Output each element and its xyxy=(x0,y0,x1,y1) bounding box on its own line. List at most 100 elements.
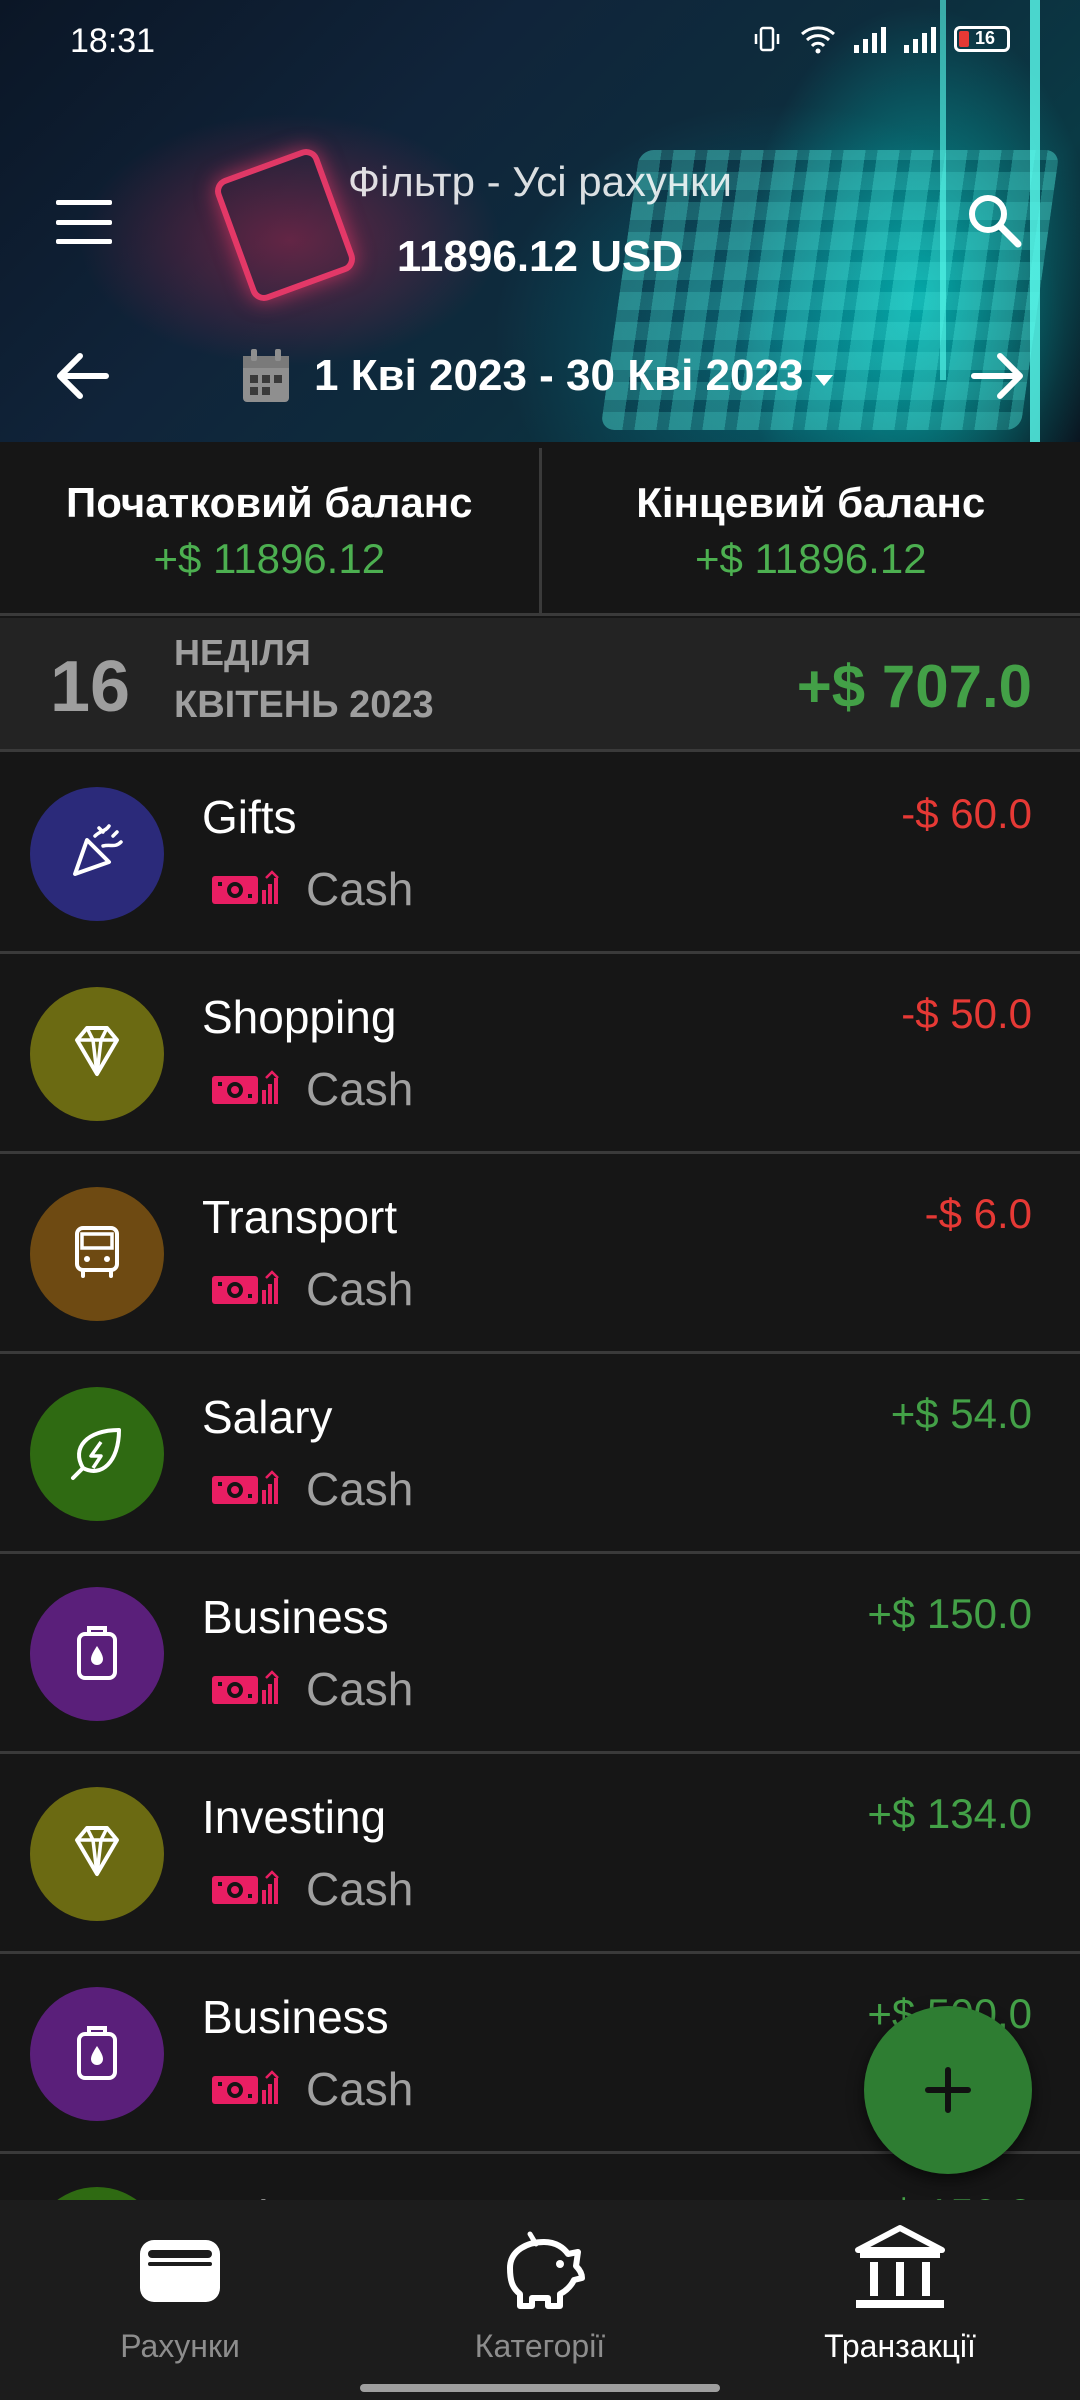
transaction-category: Salary xyxy=(202,1391,333,1443)
category-eco-leaf-badge xyxy=(30,2187,164,2200)
nav-accounts[interactable]: Рахунки xyxy=(0,2200,360,2400)
cash-account-icon xyxy=(212,870,279,904)
transaction-category: Business xyxy=(202,1591,389,1643)
cash-account-icon xyxy=(212,1470,279,1504)
cash-account-icon xyxy=(212,2070,279,2104)
date-range-selector[interactable]: 1 Кві 2023 - 30 Кві 2023 xyxy=(240,345,834,407)
transaction-row[interactable]: Gifts Cash -$ 60.0 xyxy=(0,754,1080,954)
nav-transactions[interactable]: Транзакції xyxy=(720,2200,1080,2400)
transaction-account: Cash xyxy=(210,1862,413,1916)
transaction-amount: +$ 150.0 xyxy=(867,2190,1032,2200)
battery-percent: 16 xyxy=(975,28,996,48)
transaction-account-name: Cash xyxy=(306,1263,414,1315)
transaction-account: Cash xyxy=(210,1062,413,1116)
date-range-text: 1 Кві 2023 - 30 Кві 2023 xyxy=(314,351,804,400)
wallet-icon xyxy=(140,2240,220,2302)
add-transaction-button[interactable] xyxy=(864,2006,1032,2174)
day-total: +$ 707.0 xyxy=(796,653,1032,720)
category-bag-badge xyxy=(30,1987,164,2121)
transaction-account-name: Cash xyxy=(306,2063,414,2115)
day-group-header: 16 НЕДІЛЯ КВІТЕНЬ 2023 +$ 707.0 xyxy=(0,618,1080,752)
status-icons: 16 xyxy=(752,24,1010,54)
day-weekday: НЕДІЛЯ xyxy=(174,632,311,673)
bag-icon xyxy=(77,2026,117,2080)
transaction-category: Transport xyxy=(202,1191,398,1243)
cash-account-icon xyxy=(212,1070,279,1104)
transaction-category: Gifts xyxy=(202,791,297,843)
transaction-account: Cash xyxy=(210,1462,413,1516)
gesture-bar xyxy=(360,2384,720,2392)
signal-icon xyxy=(904,25,936,53)
ending-balance-value: +$ 11896.12 xyxy=(694,534,927,582)
transaction-amount: +$ 150.0 xyxy=(867,1590,1032,1637)
transaction-account-name: Cash xyxy=(306,1063,414,1115)
diamond-icon xyxy=(75,1026,119,1076)
balance-summary: Початковий баланс +$ 11896.12 Кінцевий б… xyxy=(0,448,1080,616)
piggy-bank-icon xyxy=(507,2231,585,2309)
category-party-popper-badge xyxy=(30,787,164,921)
category-diamond-badge xyxy=(30,1787,164,1921)
transaction-amount: +$ 134.0 xyxy=(867,1790,1032,1837)
previous-period-arrow-icon[interactable] xyxy=(52,348,112,404)
category-eco-leaf-badge xyxy=(30,1387,164,1521)
status-time: 18:31 xyxy=(70,22,156,60)
starting-balance-label: Початковий баланс xyxy=(66,478,473,526)
transaction-category: Shopping xyxy=(202,991,397,1043)
transaction-amount: -$ 6.0 xyxy=(924,1190,1032,1237)
category-diamond-badge xyxy=(30,987,164,1121)
menu-icon-line xyxy=(56,219,112,225)
party-popper-icon xyxy=(73,824,123,876)
transaction-account-name: Cash xyxy=(306,863,414,915)
next-period-arrow-icon[interactable] xyxy=(968,348,1028,404)
transaction-row[interactable]: Business Cash +$ 150.0 xyxy=(0,1554,1080,1754)
plus-icon xyxy=(925,2067,971,2113)
transaction-row[interactable]: Investing Cash +$ 134.0 xyxy=(0,1754,1080,1954)
transaction-row[interactable]: Salary Cash +$ 54.0 xyxy=(0,1354,1080,1554)
calendar-icon xyxy=(243,349,289,402)
diamond-icon xyxy=(75,1826,119,1876)
day-number: 16 xyxy=(50,647,131,727)
signal-icon xyxy=(854,25,886,53)
transaction-account-name: Cash xyxy=(306,1663,414,1715)
cash-account-icon xyxy=(212,1870,279,1904)
transaction-row[interactable]: Shopping Cash -$ 50.0 xyxy=(0,954,1080,1154)
transaction-category: Salary xyxy=(202,2190,332,2200)
cash-account-icon xyxy=(212,1670,279,1704)
category-bus-badge xyxy=(30,1187,164,1321)
transaction-list: Gifts Cash -$ 60.0 Shopping Cash -$ 50.0 Trans… xyxy=(0,754,1080,2200)
transaction-account: Cash xyxy=(210,1662,413,1716)
transaction-row[interactable]: Transport Cash -$ 6.0 xyxy=(0,1154,1080,1354)
transaction-account: Cash xyxy=(210,1262,413,1316)
eco-leaf-icon xyxy=(71,1428,121,1480)
bottom-navigation: Рахунки Категорії Транзакції xyxy=(0,2200,1080,2400)
filter-title[interactable]: Фільтр - Усі рахунки xyxy=(0,158,1080,206)
chevron-down-icon xyxy=(815,374,834,386)
search-icon[interactable] xyxy=(962,188,1026,252)
starting-balance-value: +$ 11896.12 xyxy=(153,534,386,582)
cash-account-icon xyxy=(212,1270,279,1304)
ending-balance: Кінцевий баланс +$ 11896.12 xyxy=(538,448,1080,613)
battery-icon: 16 xyxy=(954,26,1010,52)
nav-categories-label: Категорії xyxy=(474,2328,606,2364)
header: 18:31 16 Фільтр - Усі рахунки 11896.12 U… xyxy=(0,0,1080,442)
bus-icon xyxy=(75,1226,119,1278)
transaction-account-name: Cash xyxy=(306,1863,414,1915)
category-bag-badge xyxy=(30,1587,164,1721)
transaction-amount: -$ 60.0 xyxy=(901,790,1032,837)
nav-accounts-label: Рахунки xyxy=(120,2328,240,2364)
status-bar: 18:31 16 xyxy=(0,18,1080,66)
battery-level xyxy=(959,31,969,47)
header-background-light-strip xyxy=(1030,0,1040,442)
starting-balance: Початковий баланс +$ 11896.12 xyxy=(0,448,539,613)
bag-icon xyxy=(77,1626,117,1680)
day-month: КВІТЕНЬ 2023 xyxy=(174,684,434,726)
bank-icon xyxy=(855,2225,945,2308)
transaction-account: Cash xyxy=(210,862,413,916)
transaction-account-name: Cash xyxy=(306,1463,414,1515)
nav-transactions-label: Транзакції xyxy=(824,2328,976,2364)
wifi-icon xyxy=(801,26,835,54)
nav-categories[interactable]: Категорії xyxy=(360,2200,720,2400)
transaction-account: Cash xyxy=(210,2062,413,2116)
transaction-category: Investing xyxy=(202,1791,387,1843)
transaction-amount: +$ 54.0 xyxy=(890,1390,1032,1437)
